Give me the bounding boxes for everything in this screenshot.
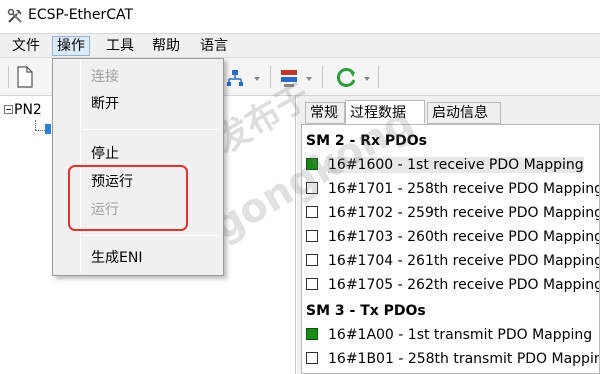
menu-separator (83, 235, 219, 236)
tx-pdo-section-title: SM 3 - Tx PDOs (306, 303, 426, 319)
pdo-label: 16#1703 - 260th receive PDO Mapping (328, 229, 600, 245)
pdo-row[interactable]: 16#1704 - 261th receive PDO Mapping (306, 250, 600, 272)
tree-root[interactable]: PN2 (4, 102, 42, 118)
pdo-label: 16#1705 - 262th receive PDO Mapping (328, 277, 600, 293)
collapse-icon[interactable] (4, 105, 13, 114)
refresh-icon[interactable] (334, 64, 360, 90)
toolbar-separator (378, 66, 379, 88)
window-title: ECSP-EtherCAT (28, 7, 134, 23)
pdo-label: 16#1701 - 258th receive PDO Mapping (328, 181, 600, 197)
pdo-checkbox[interactable] (306, 206, 318, 218)
pdo-row[interactable]: 16#1B01 - 258th transmit PDO Mapping (306, 348, 600, 370)
tree-connector (35, 130, 45, 131)
pdo-label: 16#1B01 - 258th transmit PDO Mapping (328, 351, 600, 367)
network-icon[interactable] (226, 64, 244, 90)
tree-root-label[interactable]: PN2 (14, 102, 42, 118)
pdo-row[interactable]: 16#1702 - 259th receive PDO Mapping (306, 202, 600, 224)
pdo-label: 16#1704 - 261th receive PDO Mapping (328, 253, 600, 269)
pdo-checkbox[interactable] (306, 254, 318, 266)
pdo-checkbox[interactable] (306, 328, 318, 340)
toolbar-separator (322, 66, 323, 88)
pdo-label: 16#1702 - 259th receive PDO Mapping (328, 205, 600, 221)
dropdown-arrow-icon[interactable] (254, 77, 260, 81)
menu-file[interactable]: 文件 (8, 36, 44, 56)
title-bar: ECSP-EtherCAT (0, 0, 600, 34)
tree-connector (35, 120, 36, 130)
menu-bar: 文件 操作 工具 帮助 语言 (0, 34, 600, 58)
menu-item-disconnect[interactable]: 断开 (91, 93, 119, 115)
toolbar-grip (8, 66, 9, 88)
menu-item-connect[interactable]: 连接 (91, 66, 119, 88)
dropdown-arrow-icon[interactable] (306, 77, 312, 81)
pdo-checkbox[interactable] (306, 278, 318, 290)
menu-item-generate-eni[interactable]: 生成ENI (91, 247, 142, 269)
menu-separator (83, 129, 219, 130)
menu-item-stop[interactable]: 停止 (91, 143, 119, 165)
dropdown-arrow-icon[interactable] (364, 77, 370, 81)
pdo-row[interactable]: 16#1705 - 262th receive PDO Mapping (306, 274, 600, 296)
menu-operation[interactable]: 操作 (52, 36, 90, 56)
new-file-icon[interactable] (14, 64, 36, 90)
pdo-row[interactable]: 16#1A00 - 1st transmit PDO Mapping (306, 324, 592, 346)
menu-tools[interactable]: 工具 (102, 36, 138, 56)
menu-language[interactable]: 语言 (196, 36, 232, 56)
pdo-checkbox[interactable] (306, 352, 318, 364)
menu-help[interactable]: 帮助 (148, 36, 184, 56)
pdo-label: 16#1A00 - 1st transmit PDO Mapping (328, 327, 593, 343)
pdo-checkbox[interactable] (306, 230, 318, 242)
pdo-row[interactable]: 16#1703 - 260th receive PDO Mapping (306, 226, 600, 248)
tab-startup-info[interactable]: 启动信息 (427, 102, 501, 124)
highlight-annotation (68, 165, 188, 231)
tree-child-node-icon[interactable] (45, 124, 51, 134)
pdo-row[interactable]: 16#1701 - 258th receive PDO Mapping (306, 178, 600, 200)
tools-icon (7, 8, 22, 23)
